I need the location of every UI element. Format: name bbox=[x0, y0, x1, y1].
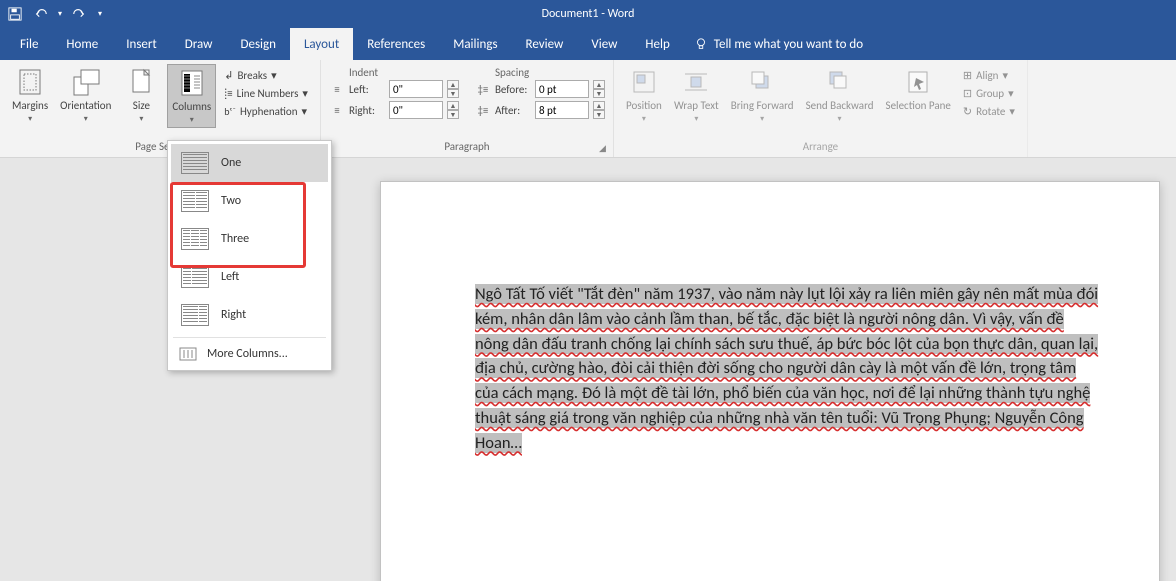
columns-right[interactable]: Right bbox=[171, 296, 328, 334]
group-icon: ⊡ bbox=[963, 87, 972, 100]
document-page[interactable]: Ngô Tất Tố viết "Tắt đèn" năm 1937, vào … bbox=[380, 181, 1160, 581]
size-icon bbox=[125, 66, 157, 98]
tab-review[interactable]: Review bbox=[512, 28, 578, 60]
undo-button[interactable] bbox=[30, 3, 52, 25]
tab-home[interactable]: Home bbox=[52, 28, 112, 60]
columns-left[interactable]: Left bbox=[171, 258, 328, 296]
save-button[interactable] bbox=[4, 3, 26, 25]
breaks-icon: ↲ bbox=[224, 69, 233, 82]
wrap-icon bbox=[680, 66, 712, 98]
indent-right-input[interactable] bbox=[389, 101, 443, 119]
columns-one[interactable]: One bbox=[171, 144, 328, 182]
bring-forward-icon bbox=[746, 66, 778, 98]
margins-icon bbox=[14, 66, 46, 98]
tab-insert[interactable]: Insert bbox=[112, 28, 171, 60]
tab-file[interactable]: File bbox=[6, 28, 52, 60]
space-after-icon: ‡≡ bbox=[475, 104, 491, 117]
hyphenation-button[interactable]: bᶜ⁻Hyphenation ▾ bbox=[220, 104, 312, 119]
indent-left-input[interactable] bbox=[389, 80, 443, 98]
tab-draw[interactable]: Draw bbox=[171, 28, 227, 60]
document-body-text[interactable]: Ngô Tất Tố viết "Tắt đèn" năm 1937, vào … bbox=[475, 284, 1098, 453]
space-before-input[interactable] bbox=[535, 80, 589, 98]
space-before-up[interactable]: ▲ bbox=[593, 80, 605, 89]
indent-right-up[interactable]: ▲ bbox=[447, 101, 459, 110]
space-before-down[interactable]: ▼ bbox=[593, 89, 605, 98]
send-backward-button: Send Backward▾ bbox=[802, 64, 878, 126]
rotate-icon: ↻ bbox=[963, 105, 972, 118]
chevron-down-icon: ▾ bbox=[28, 114, 32, 124]
tell-me-search[interactable]: Tell me what you want to do bbox=[694, 28, 863, 60]
chevron-down-icon: ▾ bbox=[139, 114, 143, 124]
chevron-down-icon: ▾ bbox=[190, 115, 194, 125]
indent-left-down[interactable]: ▼ bbox=[447, 89, 459, 98]
line-numbers-icon: ⁞≡ bbox=[224, 87, 232, 100]
margins-button[interactable]: Margins ▾ bbox=[8, 64, 52, 126]
bring-forward-button: Bring Forward▾ bbox=[727, 64, 798, 126]
bulb-icon bbox=[694, 37, 708, 51]
space-before-label: Before: bbox=[495, 83, 531, 96]
dropdown-separator bbox=[173, 337, 326, 338]
position-button: Position▾ bbox=[622, 64, 666, 126]
columns-two[interactable]: Two bbox=[171, 182, 328, 220]
tab-view[interactable]: View bbox=[577, 28, 631, 60]
indent-right-down[interactable]: ▼ bbox=[447, 110, 459, 119]
window-title: Document1 - Word bbox=[542, 7, 635, 21]
orientation-button[interactable]: Orientation ▾ bbox=[56, 64, 115, 126]
tab-help[interactable]: Help bbox=[631, 28, 683, 60]
ribbon-tabs: File Home Insert Draw Design Layout Refe… bbox=[0, 28, 1176, 60]
columns-more[interactable]: More Columns... bbox=[171, 341, 328, 367]
space-after-input[interactable] bbox=[535, 101, 589, 119]
indent-header: Indent bbox=[329, 66, 459, 80]
qat-customize-caret[interactable]: ▾ bbox=[94, 9, 108, 19]
columns-dropdown: One Two Three Left Right More Columns... bbox=[167, 140, 332, 371]
paragraph-dialog-launcher[interactable]: ◢ bbox=[599, 143, 611, 155]
title-bar: ▾ ▾ Document1 - Word bbox=[0, 0, 1176, 28]
line-numbers-button[interactable]: ⁞≡Line Numbers ▾ bbox=[220, 86, 312, 101]
spacing-header: Spacing bbox=[475, 66, 605, 80]
columns-three[interactable]: Three bbox=[171, 220, 328, 258]
chevron-down-icon: ▾ bbox=[84, 114, 88, 124]
undo-dropdown-caret[interactable]: ▾ bbox=[56, 9, 64, 19]
send-backward-icon bbox=[824, 66, 856, 98]
indent-left-icon: ≡ bbox=[329, 83, 345, 96]
more-columns-icon bbox=[179, 347, 197, 361]
indent-right-icon: ≡ bbox=[329, 104, 345, 117]
columns-button[interactable]: Columns ▾ bbox=[167, 64, 216, 128]
group-objects-button: ⊡Group ▾ bbox=[959, 86, 1019, 101]
group-label-arrange: Arrange bbox=[622, 140, 1019, 155]
tab-mailings[interactable]: Mailings bbox=[439, 28, 511, 60]
align-button: ⊞Align ▾ bbox=[959, 68, 1019, 83]
selection-pane-button[interactable]: Selection Pane bbox=[882, 64, 955, 114]
indent-left-up[interactable]: ▲ bbox=[447, 80, 459, 89]
columns-icon bbox=[176, 67, 208, 99]
group-arrange: Position▾ Wrap Text▾ Bring Forward▾ Send… bbox=[614, 60, 1028, 157]
space-after-label: After: bbox=[495, 104, 531, 117]
selection-pane-icon bbox=[902, 66, 934, 98]
orientation-icon bbox=[70, 66, 102, 98]
tell-me-label: Tell me what you want to do bbox=[714, 37, 863, 52]
tab-design[interactable]: Design bbox=[226, 28, 289, 60]
size-button[interactable]: Size ▾ bbox=[119, 64, 163, 126]
space-after-down[interactable]: ▼ bbox=[593, 110, 605, 119]
space-before-icon: ‡≡ bbox=[475, 83, 491, 96]
space-after-up[interactable]: ▲ bbox=[593, 101, 605, 110]
indent-right-label: Right: bbox=[349, 104, 385, 117]
position-icon bbox=[628, 66, 660, 98]
wrap-text-button: Wrap Text▾ bbox=[670, 64, 723, 126]
align-icon: ⊞ bbox=[963, 69, 972, 82]
indent-left-label: Left: bbox=[349, 83, 385, 96]
group-label-paragraph: Paragraph bbox=[329, 140, 605, 155]
tab-references[interactable]: References bbox=[353, 28, 439, 60]
rotate-button: ↻Rotate ▾ bbox=[959, 104, 1019, 119]
tab-layout[interactable]: Layout bbox=[290, 28, 353, 60]
selected-text[interactable]: Ngô Tất Tố viết "Tắt đèn" năm 1937, vào … bbox=[475, 282, 1100, 455]
breaks-button[interactable]: ↲Breaks ▾ bbox=[220, 68, 312, 83]
redo-button[interactable] bbox=[68, 3, 90, 25]
hyphenation-icon: bᶜ⁻ bbox=[224, 105, 236, 118]
group-paragraph: Indent ≡ Left: ▲▼ ≡ Right: ▲▼ Spacing ‡≡ bbox=[321, 60, 614, 157]
quick-access-toolbar: ▾ ▾ bbox=[0, 3, 108, 25]
